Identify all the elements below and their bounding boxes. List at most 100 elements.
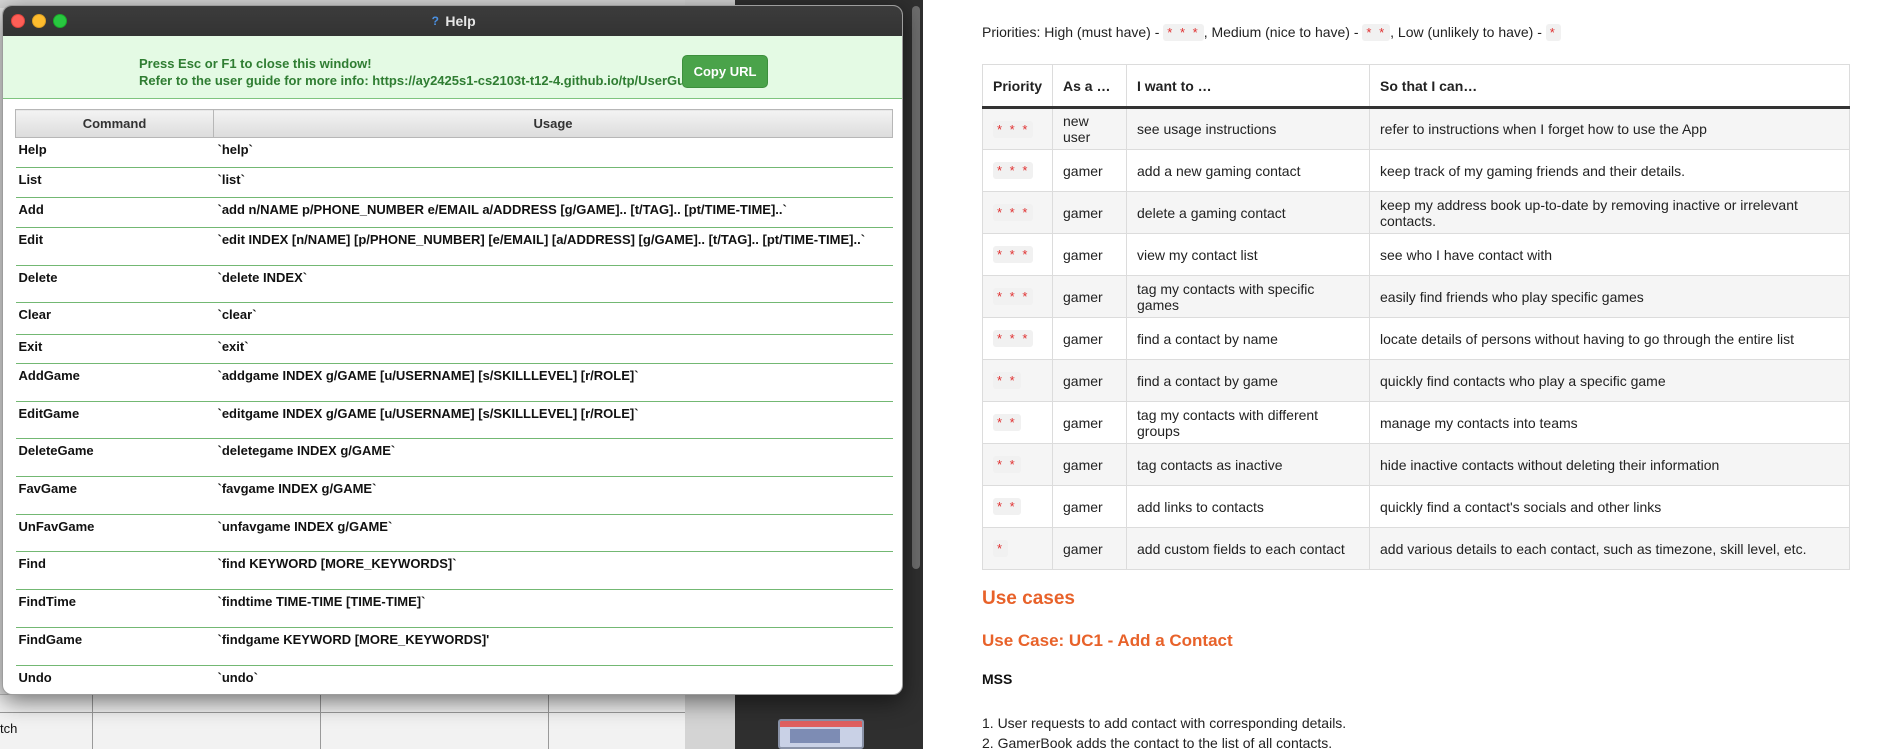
as-a-cell: gamer [1052, 485, 1128, 528]
command-usage: `deletegame INDEX g/GAME` [213, 438, 893, 477]
use-cases-heading: Use cases [982, 588, 1075, 609]
grid-cell [320, 695, 321, 749]
priority-cell: * * [981, 401, 1054, 444]
want-cell: add a new gaming contact [1126, 149, 1371, 192]
command-usage: `exit` [213, 334, 893, 364]
background-partial-text: tch [0, 721, 18, 736]
table-row: * * * gamer view my contact list see who I … [981, 233, 1851, 276]
background-grid: tch [0, 694, 685, 749]
table-row: * * gamer find a contact by game quickly fi… [981, 359, 1851, 402]
table-row[interactable]: Clear `clear` [15, 302, 893, 335]
column-header-usage[interactable]: Usage [213, 109, 893, 138]
as-a-cell: gamer [1052, 401, 1128, 444]
command-name: Exit [15, 334, 214, 364]
command-table-header: Command Usage [15, 109, 893, 138]
so-that-cell: hide inactive contacts without deleting … [1369, 443, 1851, 486]
priority-cell: * * * [981, 317, 1054, 360]
so-that-cell: quickly find a contact's socials and oth… [1369, 485, 1851, 528]
column-header-command[interactable]: Command [15, 109, 214, 138]
window-title: ? Help [429, 13, 476, 29]
table-row[interactable]: Edit `edit INDEX [n/NAME] [p/PHONE_NUMBER… [15, 227, 893, 266]
table-row[interactable]: List `list` [15, 167, 893, 198]
table-row[interactable]: Add `add n/NAME p/PHONE_NUMBER e/EMAIL a/… [15, 197, 893, 228]
as-a-cell: new user [1052, 107, 1128, 150]
priority-stars: * * * [993, 330, 1034, 347]
table-row[interactable]: FavGame `favgame INDEX g/GAME` [15, 476, 893, 515]
table-row[interactable]: EditGame `editgame INDEX g/GAME [u/USERNA… [15, 401, 893, 439]
want-cell: add custom fields to each contact [1126, 527, 1371, 570]
table-row[interactable]: Find `find KEYWORD [MORE_KEYWORDS]` [15, 551, 893, 590]
priorities-mid1: , Medium (nice to have) - [1203, 24, 1363, 40]
column-header-as-a: As a … [1052, 64, 1128, 109]
so-that-cell: add various details to each contact, suc… [1369, 527, 1851, 570]
table-row: * * * gamer add a new gaming contact keep t… [981, 149, 1851, 192]
priority-cell: * * * [981, 149, 1054, 192]
command-usage: `edit INDEX [n/NAME] [p/PHONE_NUMBER] [e… [213, 227, 893, 266]
table-row[interactable]: DeleteGame `deletegame INDEX g/GAME` [15, 438, 893, 477]
priority-stars: * * [993, 498, 1021, 515]
minimize-window-button[interactable] [32, 14, 46, 28]
priority-cell: * * * [981, 107, 1054, 150]
want-cell: view my contact list [1126, 233, 1371, 276]
table-row[interactable]: UnFavGame `unfavgame INDEX g/GAME` [15, 514, 893, 552]
stars-medium: * * [1362, 24, 1391, 41]
command-usage: `favgame INDEX g/GAME` [213, 476, 893, 515]
table-row[interactable]: Delete `delete INDEX` [15, 265, 893, 303]
priorities-legend: Priorities: High (must have) - * * *, Me… [982, 24, 1561, 41]
thumbnail-content [790, 729, 840, 743]
want-cell: find a contact by game [1126, 359, 1371, 402]
command-usage: `findtime TIME-TIME [TIME-TIME]` [213, 589, 893, 628]
table-row[interactable]: Exit `exit` [15, 334, 893, 364]
window-controls [11, 14, 67, 28]
copy-url-button[interactable]: Copy URL [682, 55, 768, 88]
command-usage: `findgame KEYWORD [MORE_KEYWORDS]' [213, 627, 893, 666]
command-name: Find [15, 551, 214, 590]
table-row[interactable]: FindTime `findtime TIME-TIME [TIME-TIME]` [15, 589, 893, 628]
as-a-cell: gamer [1052, 149, 1128, 192]
as-a-cell: gamer [1052, 191, 1128, 234]
command-table-container[interactable]: Command Usage Help `help` List `list` Add `… [15, 109, 893, 694]
grid-line [0, 712, 685, 713]
priority-cell: * * * [981, 275, 1054, 318]
priority-stars: * [993, 540, 1009, 557]
table-row[interactable]: Undo `undo` [15, 665, 893, 694]
table-row[interactable]: AddGame `addgame INDEX g/GAME [u/USERNAME… [15, 363, 893, 402]
command-usage: `add n/NAME p/PHONE_NUMBER e/EMAIL a/ADD… [213, 197, 893, 228]
so-that-cell: quickly find contacts who play a specifi… [1369, 359, 1851, 402]
so-that-cell: easily find friends who play specific ga… [1369, 275, 1851, 318]
window-thumbnail[interactable] [778, 719, 864, 749]
table-row: * * gamer add links to contacts quickly fin… [981, 485, 1851, 528]
command-usage: `unfavgame INDEX g/GAME` [213, 514, 893, 552]
table-row: * * gamer tag my contacts with different g… [981, 401, 1851, 444]
table-row[interactable]: Help `help` [15, 137, 893, 168]
want-cell: tag contacts as inactive [1126, 443, 1371, 486]
thumbnail-bar [780, 721, 862, 727]
priority-cell: * * * [981, 191, 1054, 234]
help-banner: Press Esc or F1 to close this window! Re… [3, 36, 902, 99]
as-a-cell: gamer [1052, 317, 1128, 360]
column-header-priority: Priority [981, 64, 1054, 109]
user-stories-table: Priority As a … I want to … So that I ca… [981, 64, 1851, 570]
command-usage: `undo` [213, 665, 893, 694]
so-that-cell: keep my address book up-to-date by remov… [1369, 191, 1851, 234]
table-row[interactable]: FindGame `findgame KEYWORD [MORE_KEYWORDS… [15, 627, 893, 666]
so-that-cell: see who I have contact with [1369, 233, 1851, 276]
command-name: Delete [15, 265, 214, 303]
scrollbar[interactable] [912, 6, 920, 569]
want-cell: see usage instructions [1126, 107, 1371, 150]
priority-stars: * * [993, 456, 1021, 473]
title-bar[interactable]: ? Help [3, 6, 902, 36]
want-cell: delete a gaming contact [1126, 191, 1371, 234]
priority-cell: * * [981, 485, 1054, 528]
command-name: Clear [15, 302, 214, 335]
command-name: FindTime [15, 589, 214, 628]
developer-guide-page: Priorities: High (must have) - * * *, Me… [923, 0, 1885, 749]
close-window-button[interactable] [11, 14, 25, 28]
command-name: EditGame [15, 401, 214, 439]
command-usage: `addgame INDEX g/GAME [u/USERNAME] [s/SK… [213, 363, 893, 402]
priority-stars: * * [993, 372, 1021, 389]
zoom-window-button[interactable] [53, 14, 67, 28]
priority-stars: * * * [993, 162, 1034, 179]
as-a-cell: gamer [1052, 233, 1128, 276]
mss-label: MSS [982, 671, 1013, 687]
